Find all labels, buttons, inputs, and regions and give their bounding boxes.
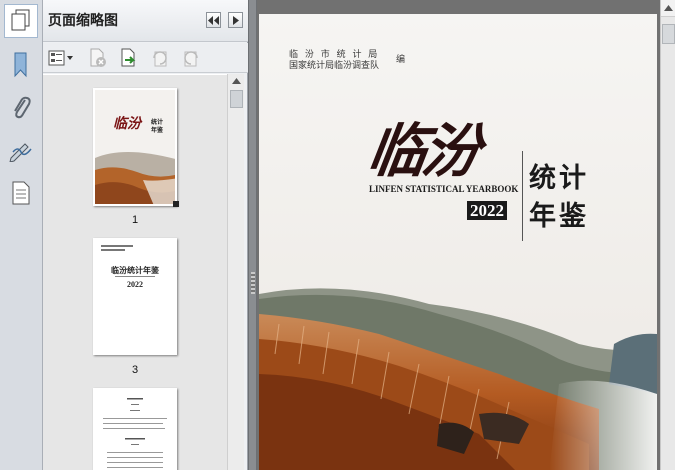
thumb-year: 2022 — [127, 280, 143, 289]
delete-page-icon — [90, 48, 106, 67]
panel-splitter[interactable] — [248, 0, 257, 470]
thumbnail-page-2[interactable]: 临汾统计年鉴 2022 — [93, 238, 177, 355]
publisher-edit-mark: 编 — [396, 55, 406, 65]
insert-page-button[interactable] — [119, 48, 139, 68]
year-badge: 2022 — [467, 201, 507, 220]
rotate-ccw-icon — [153, 51, 167, 67]
calligraphy-title: 临汾 — [363, 117, 482, 185]
thumb-subtitle-line — [115, 276, 155, 277]
thumbnail-scrollbar[interactable] — [227, 74, 244, 470]
thumbnail-list: 临汾 统计 年鉴 1 临汾统计年鉴 2022 3 — [43, 74, 229, 470]
title-divider — [522, 151, 523, 241]
thumb-publisher-line — [101, 245, 133, 247]
chevron-right-icon — [232, 15, 239, 25]
english-title: LINFEN STATISTICAL YEARBOOK — [369, 184, 519, 194]
bookmarks-panel-button[interactable] — [4, 48, 38, 82]
signature-icon — [9, 143, 32, 162]
document-viewer: 临 汾 市 统 计 局 国家统计局临汾调查队 编 临汾 LINFEN STATI… — [257, 0, 660, 470]
document-scrollbar-thumb[interactable] — [662, 24, 675, 44]
panel-header: 页面缩略图 — [43, 0, 248, 42]
waterfall-cover-image — [259, 14, 657, 470]
content-panel-button[interactable] — [4, 176, 38, 210]
chinese-title-line-2: 年鉴 — [529, 201, 589, 232]
chinese-title-line-1: 统计 — [529, 163, 589, 194]
thumb-title: 临汾统计年鉴 — [111, 265, 159, 275]
page-thumbnails-panel: 页面缩略图 临汾 统计 年鉴 1 临汾统计年鉴 2022 3 — [43, 0, 248, 470]
scroll-up-icon — [664, 5, 673, 11]
svg-text:年鉴: 年鉴 — [151, 126, 164, 134]
svg-text:统计: 统计 — [151, 118, 163, 126]
pages-icon — [11, 9, 30, 31]
current-page-marker — [173, 201, 179, 207]
panel-options-button[interactable] — [228, 12, 243, 28]
rotate-cw-icon — [184, 51, 198, 67]
scroll-up-icon — [232, 78, 241, 84]
bookmark-icon — [14, 52, 27, 78]
thumbnail-label-1: 1 — [131, 214, 139, 226]
thumbnail-page-1[interactable]: 临汾 统计 年鉴 — [93, 88, 177, 206]
pdf-reader-window: 页面缩略图 临汾 统计 年鉴 1 临汾统计年鉴 2022 3 临 汾 市 统 计… — [0, 0, 675, 470]
panel-title: 页面缩略图 — [48, 13, 118, 29]
rotate-cw-button[interactable] — [181, 48, 201, 68]
navigation-rail — [0, 0, 43, 470]
publisher-line-2: 国家统计局临汾调查队 — [289, 61, 380, 71]
pages-panel-button[interactable] — [4, 4, 38, 38]
document-scrollbar[interactable] — [660, 0, 675, 470]
rotate-ccw-button[interactable] — [150, 48, 170, 68]
collapse-panel-button[interactable] — [206, 12, 221, 28]
double-chevron-left-icon — [208, 15, 219, 25]
thumbnail-page-3[interactable] — [93, 388, 177, 470]
cover-thumbnail-image: 临汾 统计 年鉴 — [95, 90, 175, 204]
attachments-panel-button[interactable] — [4, 90, 38, 124]
thumbnail-options-icon — [48, 50, 73, 66]
thumb-publisher-line — [101, 249, 125, 251]
document-page-cover: 临 汾 市 统 计 局 国家统计局临汾调查队 编 临汾 LINFEN STATI… — [259, 14, 657, 470]
thumbnail-toolbar — [43, 43, 248, 73]
scroll-up-button[interactable] — [661, 0, 675, 17]
thumbnail-label-2: 3 — [131, 364, 139, 376]
layers-icon — [12, 181, 30, 205]
attachment-icon — [14, 96, 31, 119]
insert-page-icon — [121, 48, 136, 67]
splitter-grip[interactable] — [251, 272, 255, 294]
delete-page-button[interactable] — [88, 48, 108, 68]
thumbnail-scrollbar-thumb[interactable] — [230, 90, 243, 108]
signatures-panel-button[interactable] — [4, 134, 38, 168]
svg-text:临汾: 临汾 — [113, 115, 143, 132]
thumbnail-options-button[interactable] — [47, 48, 75, 68]
text-page-thumbnail-image — [103, 398, 167, 468]
